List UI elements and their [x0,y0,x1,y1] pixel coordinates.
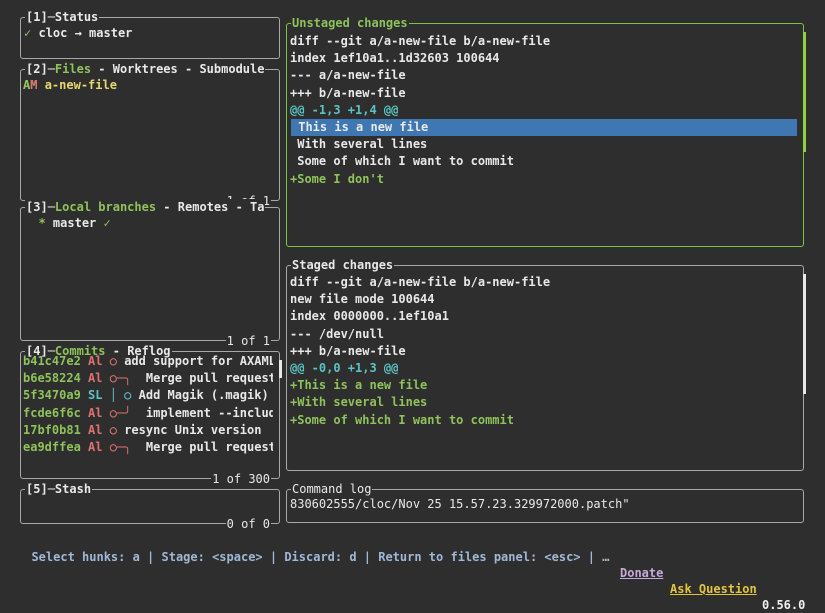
panel-number: [1] [26,10,48,24]
commit-row[interactable]: b41c47e2 Al ○ add support for AXAML [23,353,273,370]
commit-author: Al [88,422,103,437]
diff-line[interactable]: +++ b/a-new-file [290,85,797,102]
commits-counter: 1 of 300 [211,471,271,487]
commit-graph: ○ [109,422,117,437]
tab-local-branches[interactable]: Local branches [55,200,156,214]
commit-hash: 5f3470a9 [23,388,81,403]
commit-row[interactable]: b6e58224 Al ○─╮ Merge pull request [23,370,273,387]
diff-line[interactable]: +Some of which I want to commit [290,412,797,429]
branch-name: master [52,216,97,230]
tab-files[interactable]: Files [55,62,91,76]
commit-graph: ○─╮ [109,439,132,454]
commit-author: Al [88,354,103,368]
command-log-panel: Command log 830602555/cloc/Nov 25 15.57.… [286,481,804,523]
commit-graph: ○─╮ [109,371,132,386]
branches-counter: 1 of 1 [225,333,271,349]
panel-title: Status [54,10,99,24]
diff-line[interactable]: diff --git a/a-new-file b/a-new-file [290,33,797,50]
diff-line[interactable]: +++ b/a-new-file [290,343,797,360]
commit-graph: │ ○ [109,388,132,403]
commit-hash: 17bf0b81 [23,422,81,437]
diff-line[interactable]: --- /dev/null [290,326,797,343]
diff-line[interactable]: --- a/a-new-file [290,67,797,84]
scrollbar[interactable] [803,274,806,394]
file-item[interactable]: AM a-new-file [23,77,273,94]
commit-author: Al [88,439,103,454]
commit-author: Al [88,405,103,420]
commit-message: implement --include [138,405,273,420]
panel-number: [2] [26,62,48,76]
branch-item[interactable]: * master ✓ [24,215,273,232]
diff-line[interactable]: +This is a new file [290,377,797,394]
current-branch-marker: * [38,216,46,230]
diff-line[interactable]: +Some I don't [290,171,797,188]
commit-graph: ○ [109,354,117,368]
commit-hash: b41c47e2 [23,354,81,368]
commits-panel[interactable]: [4]─Commits - Reflog b41c47e2 Al ○ add s… [20,343,282,487]
commit-message: resync Unix version [124,422,262,437]
panel-title: Stash [54,482,92,496]
diff-line[interactable]: index 0000000..1ef10a1 [290,308,797,325]
diff-line[interactable]: index 1ef10a1..1d32603 100644 [290,50,797,67]
file-status: AM [23,78,38,92]
tab-remotes[interactable]: Remotes [178,200,229,214]
commit-row[interactable]: ea9dffea Al ○─╮ Merge pull request [23,439,273,456]
commit-row[interactable]: 5f3470a9 SL │ ○ Add Magik (.magik) [23,387,273,404]
stash-panel[interactable]: [5]─Stash 0 of 0 [20,481,280,532]
panel-title: Unstaged changes [291,15,409,31]
commit-row[interactable]: 17bf0b81 Al ○ resync Unix version [23,422,273,439]
ask-question-link[interactable]: Ask Question [670,581,757,597]
repo-branch: cloc → master [38,26,133,40]
diff-line[interactable]: +With several lines [290,394,797,411]
commit-message: Merge pull request [138,371,273,386]
selected-diff-line[interactable]: This is a new file [291,118,797,137]
check-icon: ✓ [103,216,111,230]
diff-line[interactable]: new file mode 100644 [290,291,797,308]
tab-tags[interactable]: Ta [250,200,264,214]
panel-number: [3] [26,200,48,214]
file-name: a-new-file [44,78,117,92]
diff-line[interactable]: With several lines [290,136,797,153]
panel-title: Command log [291,481,373,497]
command-log-text: 830602555/cloc/Nov 25 15.57.23.329972000… [290,497,630,511]
scrollbar[interactable] [279,360,282,378]
scrollbar[interactable] [803,32,806,152]
diff-line[interactable]: diff --git a/a-new-file b/a-new-file [290,274,797,291]
diff-line[interactable]: @@ -0,0 +1,3 @@ [290,360,797,377]
tab-worktrees[interactable]: Worktrees [113,62,178,76]
keybinding-hints: Select hunks: a | Stage: <space> | Disca… [31,550,610,564]
unstaged-changes-panel[interactable]: Unstaged changes diff --git a/a-new-file… [286,15,806,247]
panel-title: Staged changes [291,257,395,273]
branches-panel[interactable]: [3]─Local branches - Remotes - Ta * mast… [20,199,280,349]
commit-message: Add Magik (.magik) [138,388,269,403]
commit-author: Al [88,371,103,386]
commit-hash: ea9dffea [23,439,81,454]
version-label: 0.56.0 [762,598,806,612]
diff-line[interactable]: Some of which I want to commit [290,153,797,170]
commit-message: add support for AXAML [124,354,273,368]
check-icon: ✓ [24,26,32,40]
panel-number: [5] [26,482,48,496]
commit-author: SL [88,388,103,403]
donate-link[interactable]: Donate [620,565,663,581]
commit-hash: fcde6f6c [23,405,81,420]
commit-message: Merge pull request [138,439,273,454]
files-panel[interactable]: [2]─Files - Worktrees - Submodule AM a-n… [20,61,280,209]
status-panel[interactable]: [1]─Status ✓ cloc → master [20,9,280,59]
tab-submodules[interactable]: Submodule [199,62,264,76]
stash-counter: 0 of 0 [225,516,271,532]
diff-line[interactable]: @@ -1,3 +1,4 @@ [290,102,797,119]
commit-graph: ○─╯ [109,405,132,420]
bottom-bar: Select hunks: a | Stage: <space> | Disca… [17,533,807,612]
commit-hash: b6e58224 [23,371,81,386]
commit-row[interactable]: fcde6f6c Al ○─╯ implement --include [23,405,273,422]
staged-changes-panel[interactable]: Staged changes diff --git a/a-new-file b… [286,257,806,471]
